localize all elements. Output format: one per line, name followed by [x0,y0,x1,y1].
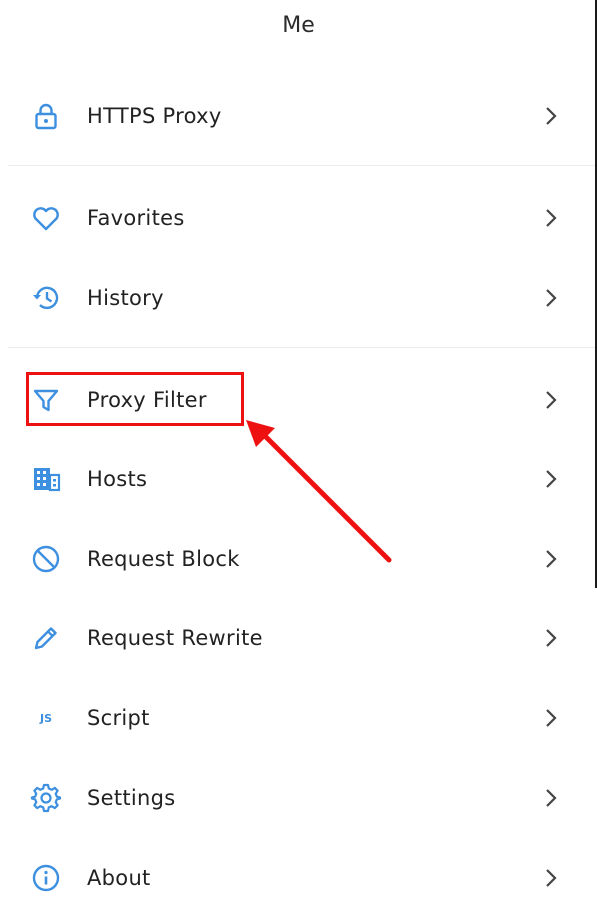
chevron-right-icon [546,107,557,125]
js-icon: JS [30,702,62,734]
chevron-right-icon [546,869,557,887]
menu-item-label: Settings [87,786,176,810]
chevron-right-icon [546,209,557,227]
info-icon [30,862,62,894]
menu-item-favorites[interactable]: Favorites [0,190,595,246]
menu-item-https-proxy[interactable]: HTTPS Proxy [0,88,595,144]
lock-icon [30,100,62,132]
menu-item-label: Request Rewrite [87,626,263,650]
js-icon-text: JS [39,711,52,725]
chevron-right-icon [546,709,557,727]
heart-icon [30,202,62,234]
menu-item-label: Hosts [87,467,148,491]
menu-item-label: About [87,866,151,890]
menu-item-history[interactable]: History [0,270,595,326]
chevron-right-icon [546,289,557,307]
block-icon [30,543,62,575]
page-header: Me [0,0,597,50]
menu-item-about[interactable]: About [0,850,595,906]
chevron-right-icon [546,470,557,488]
gear-icon [30,782,62,814]
menu-item-request-rewrite[interactable]: Request Rewrite [0,610,595,666]
menu-item-label: Favorites [87,206,185,230]
hosts-icon [30,463,62,495]
menu-item-request-block[interactable]: Request Block [0,531,595,587]
chevron-right-icon [546,629,557,647]
section-divider [8,165,595,166]
history-icon [30,282,62,314]
chevron-right-icon [546,550,557,568]
menu-item-hosts[interactable]: Hosts [0,451,595,507]
page-title: Me [282,12,315,38]
menu-item-label: Script [87,706,150,730]
section-divider [8,347,595,348]
menu-item-label: History [87,286,164,310]
menu-item-label: HTTPS Proxy [87,104,222,128]
menu-item-label: Request Block [87,547,240,571]
highlight-box [26,372,244,426]
chevron-right-icon [546,789,557,807]
chevron-right-icon [546,391,557,409]
menu-item-settings[interactable]: Settings [0,770,595,826]
menu-item-script[interactable]: JS Script [0,690,595,746]
pencil-icon [30,622,62,654]
